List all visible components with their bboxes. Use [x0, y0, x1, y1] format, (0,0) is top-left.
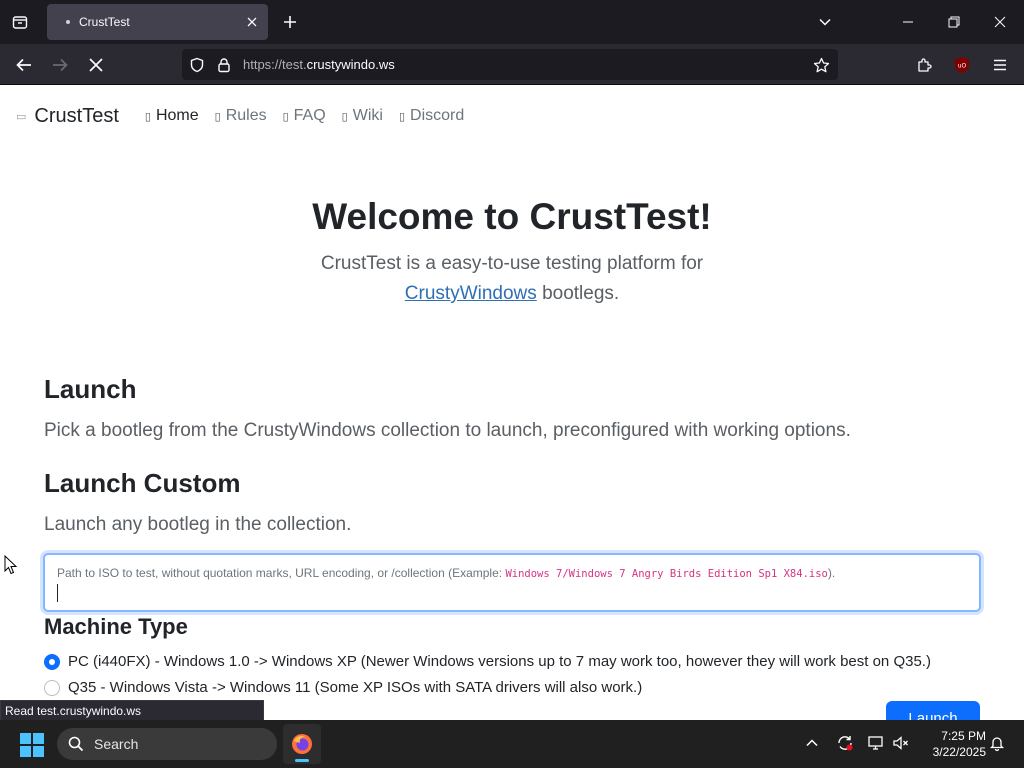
close-icon[interactable] [244, 14, 260, 30]
shield-icon[interactable] [188, 56, 206, 74]
nav-link-label: Discord [410, 107, 465, 124]
nav-link-label: Rules [225, 107, 267, 124]
svg-text:uO: uO [958, 63, 967, 70]
taskbar-clock[interactable]: 7:25 PM 3/22/2025 [916, 728, 986, 760]
tab-title: CrustTest [79, 15, 130, 29]
radio-label: PC (i440FX) - Windows 1.0 -> Windows XP … [68, 653, 931, 670]
radio-button[interactable] [44, 679, 60, 696]
iso-path-placeholder: Path to ISO to test, without quotation m… [57, 566, 835, 580]
tab-list-icon[interactable] [8, 10, 32, 34]
minimize-icon[interactable] [885, 0, 931, 44]
launch-button[interactable]: Launch [886, 701, 980, 720]
sync-icon[interactable] [836, 734, 854, 752]
browser-tab-bar: CrustTest [0, 0, 1024, 44]
web-page: ▭ CrustTest ▯ Home ▯ Rules ▯ FAQ ▯ Wiki … [0, 86, 1024, 720]
windows-taskbar: Search 7:25 PM 3/22/2025 [0, 720, 1024, 768]
rules-icon: ▯ [214, 110, 221, 123]
machine-option-q35[interactable]: Q35 - Windows Vista -> Windows 11 (Some … [44, 679, 642, 696]
hero-subtitle: CrustTest is a easy-to-use testing platf… [312, 249, 712, 309]
home-icon: ▯ [144, 110, 151, 123]
nav-link-wiki[interactable]: ▯ Wiki [342, 107, 383, 125]
ublock-icon[interactable]: uO [949, 52, 975, 78]
discord-icon: ▯ [398, 110, 406, 123]
brand-logo-icon: ▭ [16, 110, 27, 123]
placeholder-text: Path to ISO to test, without quotation m… [57, 566, 506, 580]
url-prefix: https://test. [243, 57, 307, 72]
nav-link-faq[interactable]: ▯ FAQ [283, 107, 326, 125]
nav-link-label: FAQ [293, 107, 326, 124]
hero-title: Welcome to CrustTest! [312, 196, 712, 237]
nav-link-rules[interactable]: ▯ Rules [215, 107, 267, 125]
firefox-taskbar-icon[interactable] [283, 724, 321, 764]
back-arrow-icon[interactable] [11, 52, 37, 78]
mouse-cursor-icon [4, 555, 18, 575]
taskbar-search[interactable]: Search [57, 728, 277, 760]
hero-subtitle-before: CrustTest is a easy-to-use testing platf… [320, 253, 704, 274]
notification-bell-icon[interactable] [988, 734, 1006, 752]
window-close-icon[interactable] [977, 0, 1023, 44]
stop-x-icon[interactable] [83, 52, 109, 78]
wiki-icon: ▯ [341, 110, 348, 123]
status-url-tooltip: Read test.crustywindo.ws [0, 700, 264, 721]
restore-icon[interactable] [931, 0, 977, 44]
browser-tab[interactable]: CrustTest [47, 4, 268, 40]
faq-icon: ▯ [282, 110, 289, 123]
iso-path-input[interactable]: Path to ISO to test, without quotation m… [43, 553, 981, 612]
radio-label: Q35 - Windows Vista -> Windows 11 (Some … [68, 679, 643, 696]
machine-option-pc[interactable]: PC (i440FX) - Windows 1.0 -> Windows XP … [44, 653, 931, 670]
network-icon[interactable] [867, 734, 885, 752]
plus-icon[interactable] [280, 12, 300, 32]
nav-link-label: Wiki [352, 107, 383, 124]
clock-time: 7:25 PM [941, 729, 986, 743]
browser-nav-bar: https://test.crustywindo.ws uO [0, 44, 1024, 85]
active-app-indicator [295, 759, 309, 762]
site-brand[interactable]: ▭ CrustTest [16, 105, 119, 128]
chevron-up-icon[interactable] [803, 734, 821, 752]
star-icon[interactable] [812, 56, 830, 74]
search-label: Search [94, 736, 139, 752]
placeholder-example: Windows 7/Windows 7 Angry Birds Edition … [505, 568, 828, 580]
lock-icon[interactable] [215, 56, 233, 74]
forward-arrow-icon[interactable] [47, 52, 73, 78]
text-caret [57, 584, 58, 602]
windows-start-icon[interactable] [20, 733, 44, 757]
clock-date: 3/22/2025 [932, 745, 986, 759]
tab-loading-dot [66, 20, 70, 24]
launch-description: Pick a bootleg from the CrustyWindows co… [44, 420, 851, 441]
url-text[interactable]: https://test.crustywindo.ws [243, 57, 395, 72]
chevron-down-icon[interactable] [815, 12, 835, 32]
machine-type-heading: Machine Type [44, 614, 188, 639]
site-navbar: ▭ CrustTest ▯ Home ▯ Rules ▯ FAQ ▯ Wiki … [16, 102, 480, 130]
nav-link-home[interactable]: ▯ Home [145, 107, 199, 125]
crustywindows-link[interactable]: CrustyWindows [405, 283, 537, 304]
launch-custom-heading: Launch Custom [44, 468, 241, 498]
nav-link-discord[interactable]: ▯ Discord [399, 107, 464, 125]
search-icon [67, 735, 85, 753]
volume-muted-icon[interactable] [892, 734, 910, 752]
puzzle-icon[interactable] [911, 52, 937, 78]
launch-custom-description: Launch any bootleg in the collection. [44, 514, 352, 535]
nav-link-label: Home [155, 107, 199, 124]
hero-subtitle-after: bootlegs. [542, 283, 620, 304]
brand-label: CrustTest [34, 104, 119, 127]
url-bar[interactable]: https://test.crustywindo.ws [182, 49, 838, 80]
hamburger-icon[interactable] [987, 52, 1013, 78]
radio-button-checked[interactable] [44, 653, 60, 670]
url-domain: crustywindo.ws [306, 57, 395, 72]
placeholder-end: ). [827, 566, 836, 580]
launch-heading: Launch [44, 374, 137, 404]
